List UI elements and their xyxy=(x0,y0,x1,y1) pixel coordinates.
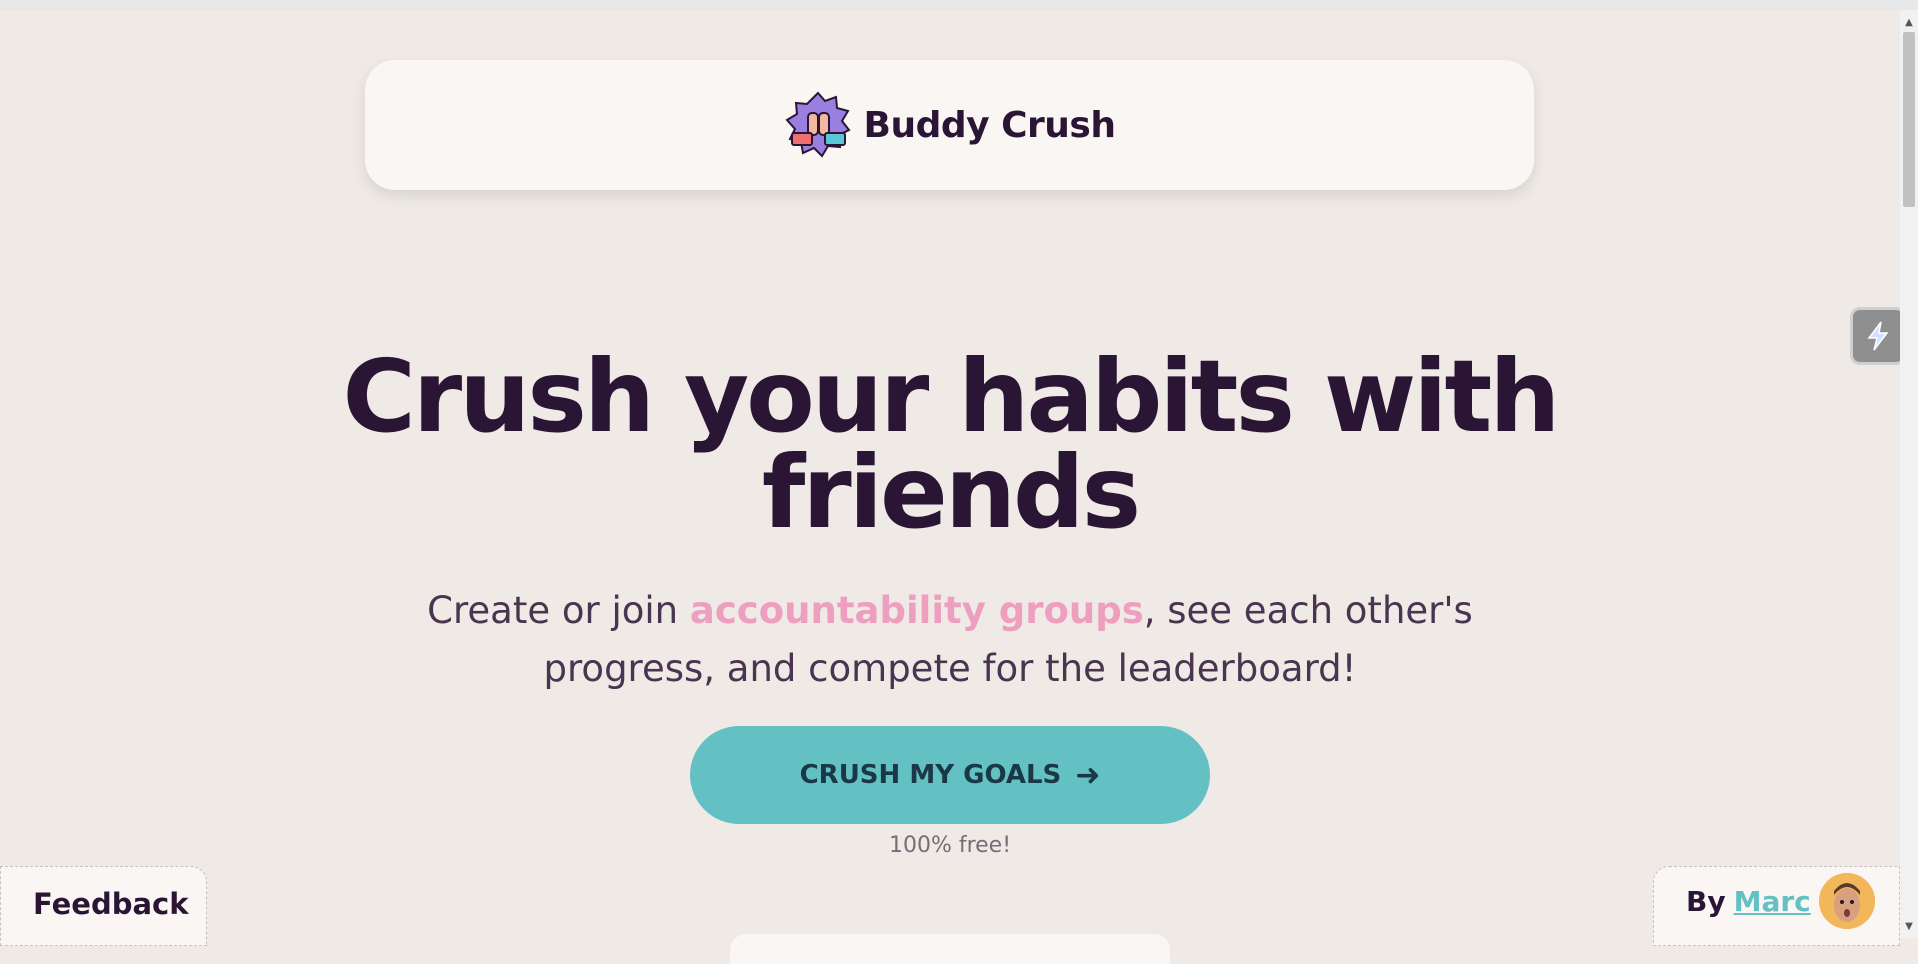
author-by: By xyxy=(1686,884,1726,918)
lightning-icon xyxy=(1867,321,1889,351)
scroll-up-arrow-icon[interactable]: ▲ xyxy=(1900,16,1918,30)
avatar[interactable] xyxy=(1818,873,1875,929)
high-five-badge-icon xyxy=(784,91,851,158)
next-section-card xyxy=(730,934,1170,964)
hero-subtitle: Create or join accountability groups, se… xyxy=(340,582,1560,698)
hero-title: Crush your habits with friends xyxy=(342,338,1561,551)
author-link[interactable]: Marc xyxy=(1734,885,1811,918)
crush-my-goals-button[interactable]: CRUSH MY GOALS ➜ xyxy=(690,726,1210,824)
brand-name: Buddy Crush xyxy=(863,104,1116,146)
browser-top-strip xyxy=(0,0,1918,10)
avatar-face-icon xyxy=(1818,873,1875,929)
cta-label: CRUSH MY GOALS xyxy=(799,760,1062,790)
arrow-right-icon: ➜ xyxy=(1075,757,1101,793)
subtitle-pre: Create or join xyxy=(427,589,690,632)
free-note: 100% free! xyxy=(888,833,1012,858)
scrollbar[interactable]: ▲ ▼ xyxy=(1900,10,1918,938)
side-widget-button[interactable] xyxy=(1850,307,1906,365)
author-badge: By Marc xyxy=(1653,866,1900,946)
header-card: Buddy Crush xyxy=(365,60,1534,190)
brand[interactable]: Buddy Crush xyxy=(784,91,1116,159)
scroll-thumb[interactable] xyxy=(1903,32,1915,207)
feedback-button[interactable]: Feedback xyxy=(0,866,207,946)
scroll-down-arrow-icon[interactable]: ▼ xyxy=(1900,920,1918,934)
subtitle-highlight: accountability groups xyxy=(689,589,1144,632)
